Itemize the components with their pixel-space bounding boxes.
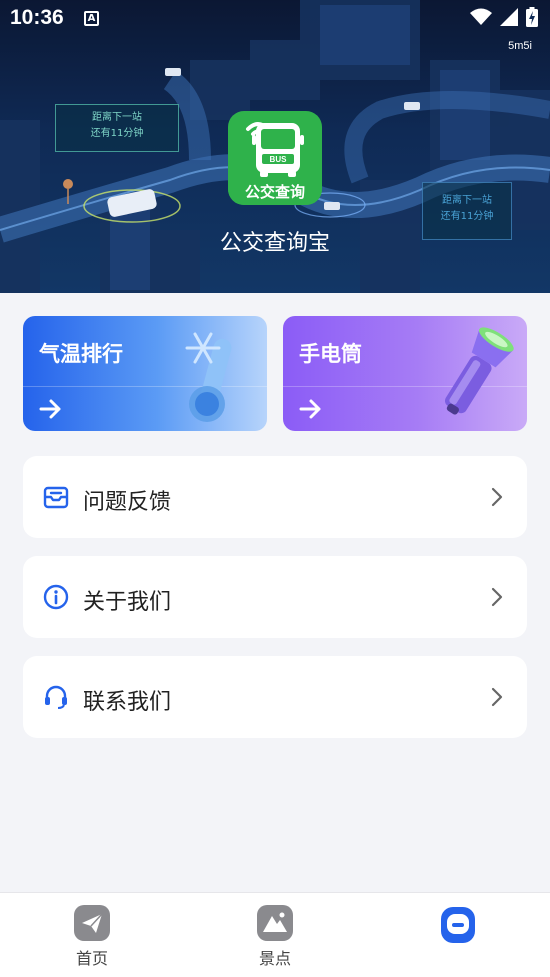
status-time: 10:36 <box>10 6 64 29</box>
headset-icon <box>45 685 67 709</box>
chevron-right-icon <box>491 687 503 707</box>
temperature-ranking-card[interactable]: 气温排行 <box>23 316 267 431</box>
app-logo: BUS 公交查询 <box>228 111 322 205</box>
watermark: 5m5i <box>508 40 532 52</box>
status-bar: 10:36 A <box>0 0 550 38</box>
mail-icon <box>43 486 69 509</box>
nav-scenic-label: 景点 <box>258 949 291 968</box>
signal-icon <box>500 8 518 26</box>
header-banner: 10:36 A 5m5i 距离下一站 还有11分钟 距离下一站 还有11分钟 B… <box>0 0 550 293</box>
thermometer-snowflake-icon <box>185 332 232 422</box>
chevron-right-icon <box>491 487 503 507</box>
menu-item-about[interactable]: 关于我们 <box>23 556 527 638</box>
profile-icon <box>441 907 475 943</box>
battery-charging-icon <box>526 7 538 27</box>
temperature-ranking-title: 气温排行 <box>39 342 123 366</box>
sign-left-line2: 还有11分钟 <box>90 128 144 139</box>
arrow-right-icon <box>299 399 321 419</box>
logo-bus-text: BUS <box>270 155 288 164</box>
bottom-navigation: 首页 景点 <box>0 892 550 977</box>
bus-wifi-icon: BUS <box>246 122 304 177</box>
paper-plane-icon <box>74 905 110 941</box>
flashlight-title: 手电筒 <box>299 342 362 366</box>
menu-item-feedback[interactable]: 问题反馈 <box>23 456 527 538</box>
sign-right-line1: 距离下一站 <box>442 195 492 206</box>
nav-tab-home[interactable]: 首页 <box>52 905 132 969</box>
chevron-right-icon <box>491 587 503 607</box>
sign-right-line2: 还有11分钟 <box>440 211 494 222</box>
flashlight-icon <box>444 327 514 415</box>
mountain-icon <box>257 905 293 941</box>
logo-caption: 公交查询 <box>228 179 322 205</box>
menu-item-contact[interactable]: 联系我们 <box>23 656 527 738</box>
feedback-label: 问题反馈 <box>83 490 172 515</box>
app-name: 公交查询宝 <box>219 231 330 256</box>
info-icon <box>43 584 69 610</box>
accessibility-a-icon: A <box>84 11 99 26</box>
flashlight-card[interactable]: 手电筒 <box>283 316 527 431</box>
arrow-right-icon <box>39 399 61 419</box>
nav-tab-mine[interactable] <box>418 905 498 945</box>
wifi-icon <box>470 8 492 25</box>
next-stop-sign-left: 距离下一站 还有11分钟 <box>55 104 179 152</box>
about-label: 关于我们 <box>83 590 172 615</box>
nav-home-label: 首页 <box>75 949 108 968</box>
nav-tab-scenic[interactable]: 景点 <box>235 905 315 969</box>
contact-label: 联系我们 <box>83 690 172 715</box>
sign-left-line1: 距离下一站 <box>92 112 142 123</box>
